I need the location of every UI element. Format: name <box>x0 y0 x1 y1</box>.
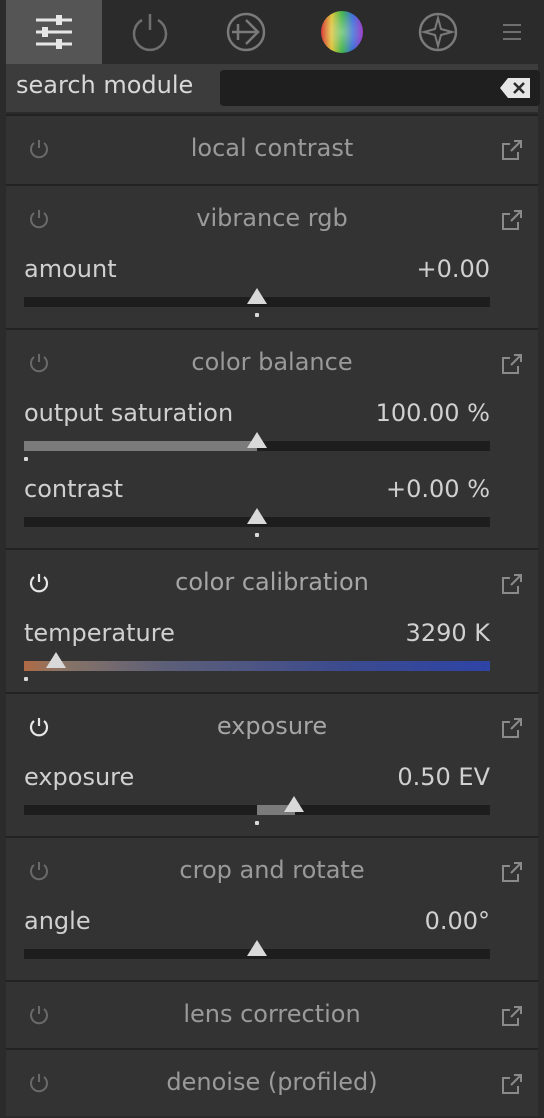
power-icon[interactable] <box>28 208 50 230</box>
module-header[interactable]: denoise (profiled) <box>6 1050 538 1118</box>
sliders-icon <box>36 15 72 49</box>
module-color-balance: color balance output saturation 100.00 %… <box>6 328 538 548</box>
slider-output-saturation[interactable]: output saturation 100.00 % <box>6 398 538 474</box>
search-label: search module <box>16 71 194 99</box>
tab-base-modules[interactable] <box>198 0 294 64</box>
power-icon <box>132 14 168 52</box>
slider-fill <box>24 441 257 451</box>
module-title: color calibration <box>175 568 369 596</box>
tab-color-modules[interactable] <box>294 0 390 64</box>
tab-active-modules[interactable] <box>6 0 102 64</box>
module-color-calibration: color calibration temperature 3290 K <box>6 548 538 692</box>
shutter-icon <box>226 12 266 52</box>
module-denoise-profiled: denoise (profiled) <box>6 1048 538 1116</box>
module-title: lens correction <box>183 1000 361 1028</box>
slider-label: amount <box>24 255 117 283</box>
slider-temperature[interactable]: temperature 3290 K <box>6 618 538 694</box>
slider-value: 0.00° <box>424 907 490 935</box>
module-title: crop and rotate <box>179 856 365 884</box>
module-header[interactable]: local contrast <box>6 116 538 184</box>
search-module-row: search module <box>6 64 540 112</box>
module-group-tabs <box>6 0 538 64</box>
slider-track[interactable] <box>24 432 490 461</box>
slider-track[interactable] <box>24 652 490 681</box>
slider-track[interactable] <box>24 796 490 825</box>
color-wheel-icon <box>321 11 363 53</box>
popout-icon[interactable] <box>500 352 524 376</box>
slider-value: 0.50 EV <box>397 763 490 791</box>
power-icon[interactable] <box>28 352 50 374</box>
slider-exposure[interactable]: exposure 0.50 EV <box>6 762 538 838</box>
sparkle-icon <box>418 12 458 52</box>
power-icon[interactable] <box>28 860 50 882</box>
zero-point-dot <box>255 313 259 317</box>
popout-icon[interactable] <box>500 1072 524 1096</box>
clear-search-icon[interactable] <box>500 78 530 98</box>
slider-label: output saturation <box>24 399 234 427</box>
module-local-contrast: local contrast <box>6 114 538 184</box>
popout-icon[interactable] <box>500 138 524 162</box>
popout-icon[interactable] <box>500 860 524 884</box>
slider-value: +0.00 % <box>386 475 490 503</box>
slider-value: 100.00 % <box>375 399 490 427</box>
module-title: local contrast <box>190 134 354 162</box>
slider-track[interactable] <box>24 508 490 537</box>
module-lens-correction: lens correction <box>6 980 538 1048</box>
module-title: color balance <box>191 348 353 376</box>
popout-icon[interactable] <box>500 1004 524 1028</box>
slider-marker[interactable] <box>284 796 304 812</box>
popout-icon[interactable] <box>500 208 524 232</box>
tab-effect-modules[interactable] <box>390 0 486 64</box>
popout-icon[interactable] <box>500 716 524 740</box>
slider-contrast[interactable]: contrast +0.00 % <box>6 474 538 550</box>
slider-value: 3290 K <box>405 619 490 647</box>
module-title: vibrance rgb <box>196 204 348 232</box>
popout-icon[interactable] <box>500 572 524 596</box>
module-header[interactable]: crop and rotate <box>6 838 538 906</box>
slider-label: temperature <box>24 619 175 647</box>
slider-label: contrast <box>24 475 123 503</box>
power-icon[interactable] <box>28 138 50 160</box>
module-header[interactable]: exposure <box>6 694 538 762</box>
slider-marker[interactable] <box>247 288 267 304</box>
module-title: denoise (profiled) <box>166 1068 378 1096</box>
slider-marker[interactable] <box>247 432 267 448</box>
darkroom-module-panel: search module local contrast vibrance rg… <box>6 0 540 1116</box>
module-header[interactable]: vibrance rgb <box>6 186 538 254</box>
module-vibrance-rgb: vibrance rgb amount +0.00 <box>6 184 538 328</box>
slider-marker[interactable] <box>247 940 267 956</box>
slider-track[interactable] <box>24 288 490 317</box>
module-header[interactable]: color balance <box>6 330 538 398</box>
tab-presets-menu[interactable] <box>486 0 538 64</box>
slider-amount[interactable]: amount +0.00 <box>6 254 538 330</box>
power-icon[interactable] <box>28 572 50 594</box>
zero-point-dot <box>255 821 259 825</box>
slider-label: angle <box>24 907 91 935</box>
slider-track[interactable] <box>24 940 490 959</box>
module-header[interactable]: lens correction <box>6 982 538 1050</box>
slider-marker[interactable] <box>46 652 66 668</box>
power-icon[interactable] <box>28 716 50 738</box>
slider-label: exposure <box>24 763 135 791</box>
slider-marker[interactable] <box>247 508 267 524</box>
module-exposure: exposure exposure 0.50 EV <box>6 692 538 836</box>
slider-value: +0.00 <box>416 255 490 283</box>
menu-icon <box>503 24 521 40</box>
zero-point-dot <box>24 457 28 461</box>
zero-point-dot <box>255 533 259 537</box>
module-header[interactable]: color calibration <box>6 550 538 618</box>
slider-angle[interactable]: angle 0.00° <box>6 906 538 982</box>
power-icon[interactable] <box>28 1072 50 1094</box>
search-input[interactable] <box>220 70 540 106</box>
zero-point-dot <box>24 677 28 681</box>
tab-enabled-modules[interactable] <box>102 0 198 64</box>
module-crop-and-rotate: crop and rotate angle 0.00° <box>6 836 538 980</box>
module-title: exposure <box>216 712 328 740</box>
power-icon[interactable] <box>28 1004 50 1026</box>
